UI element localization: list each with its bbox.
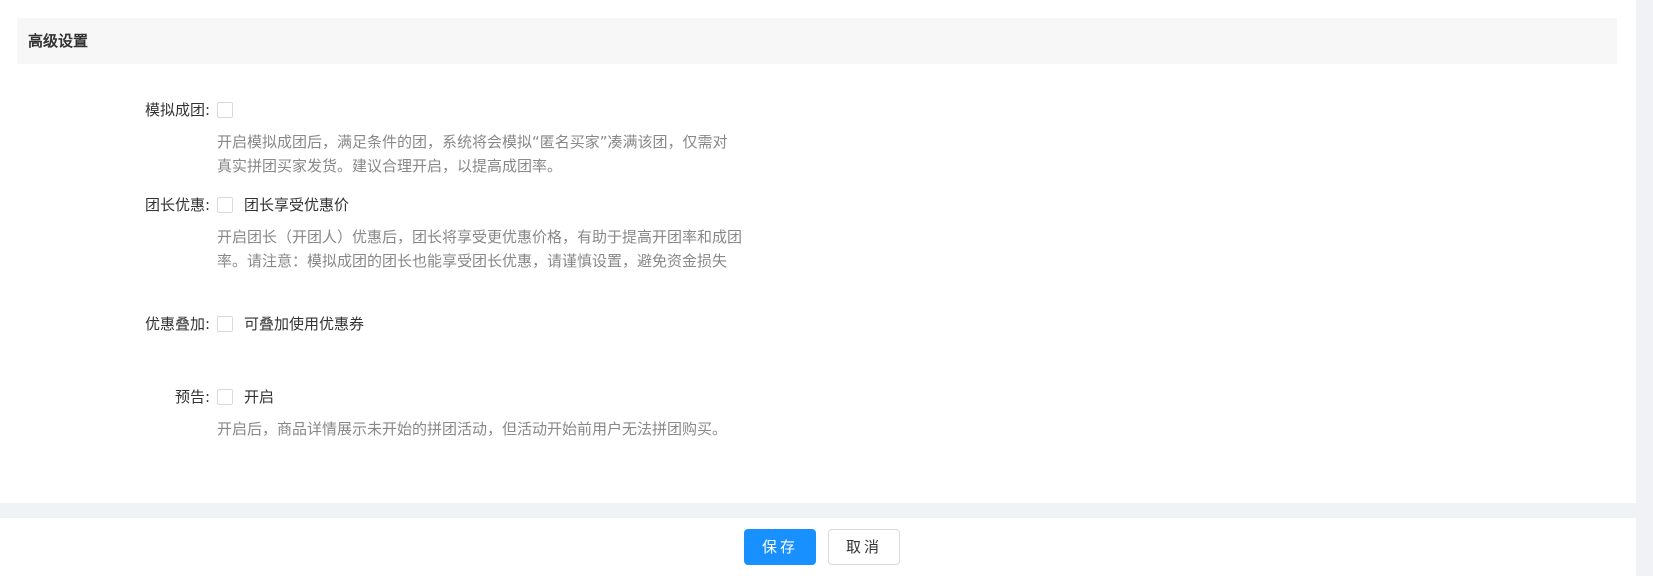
preview-description: 开启后，商品详情展示未开始的拼团活动，但活动开始前用户无法拼团购买。 [217, 420, 728, 438]
leader-discount-checkbox[interactable] [217, 197, 233, 213]
section-title: 高级设置 [28, 32, 89, 50]
discount-stacking-checkbox[interactable] [217, 316, 233, 332]
leader-discount-checkbox-label[interactable]: 团长享受优惠价 [244, 194, 349, 216]
save-button[interactable]: 保存 [744, 529, 816, 565]
advanced-settings-panel: 高级设置 模拟成团: 开启模拟成团后，满足条件的团，系统将会模拟“匿名买家”凑满… [0, 0, 1636, 503]
preview-checkbox-label[interactable]: 开启 [244, 386, 274, 408]
section-header: 高级设置 [17, 18, 1617, 64]
form-footer: 保存 取消 [0, 518, 1636, 576]
discount-stacking-label: 优惠叠加: [144, 315, 210, 333]
leader-discount-description: 开启团长（开团人）优惠后，团长将享受更优惠价格，有助于提高开团率和成团率。请注意… [217, 228, 743, 270]
cancel-button[interactable]: 取消 [828, 529, 900, 565]
leader-discount-label: 团长优惠: [144, 196, 210, 214]
simulated-group-checkbox[interactable] [217, 102, 233, 118]
preview-checkbox[interactable] [217, 389, 233, 405]
simulated-group-label: 模拟成团: [144, 101, 210, 119]
simulated-group-description: 开启模拟成团后，满足条件的团，系统将会模拟“匿名买家”凑满该团，仅需对真实拼团买… [217, 133, 728, 175]
discount-stacking-checkbox-label[interactable]: 可叠加使用优惠券 [244, 313, 364, 335]
preview-label: 预告: [174, 388, 210, 406]
